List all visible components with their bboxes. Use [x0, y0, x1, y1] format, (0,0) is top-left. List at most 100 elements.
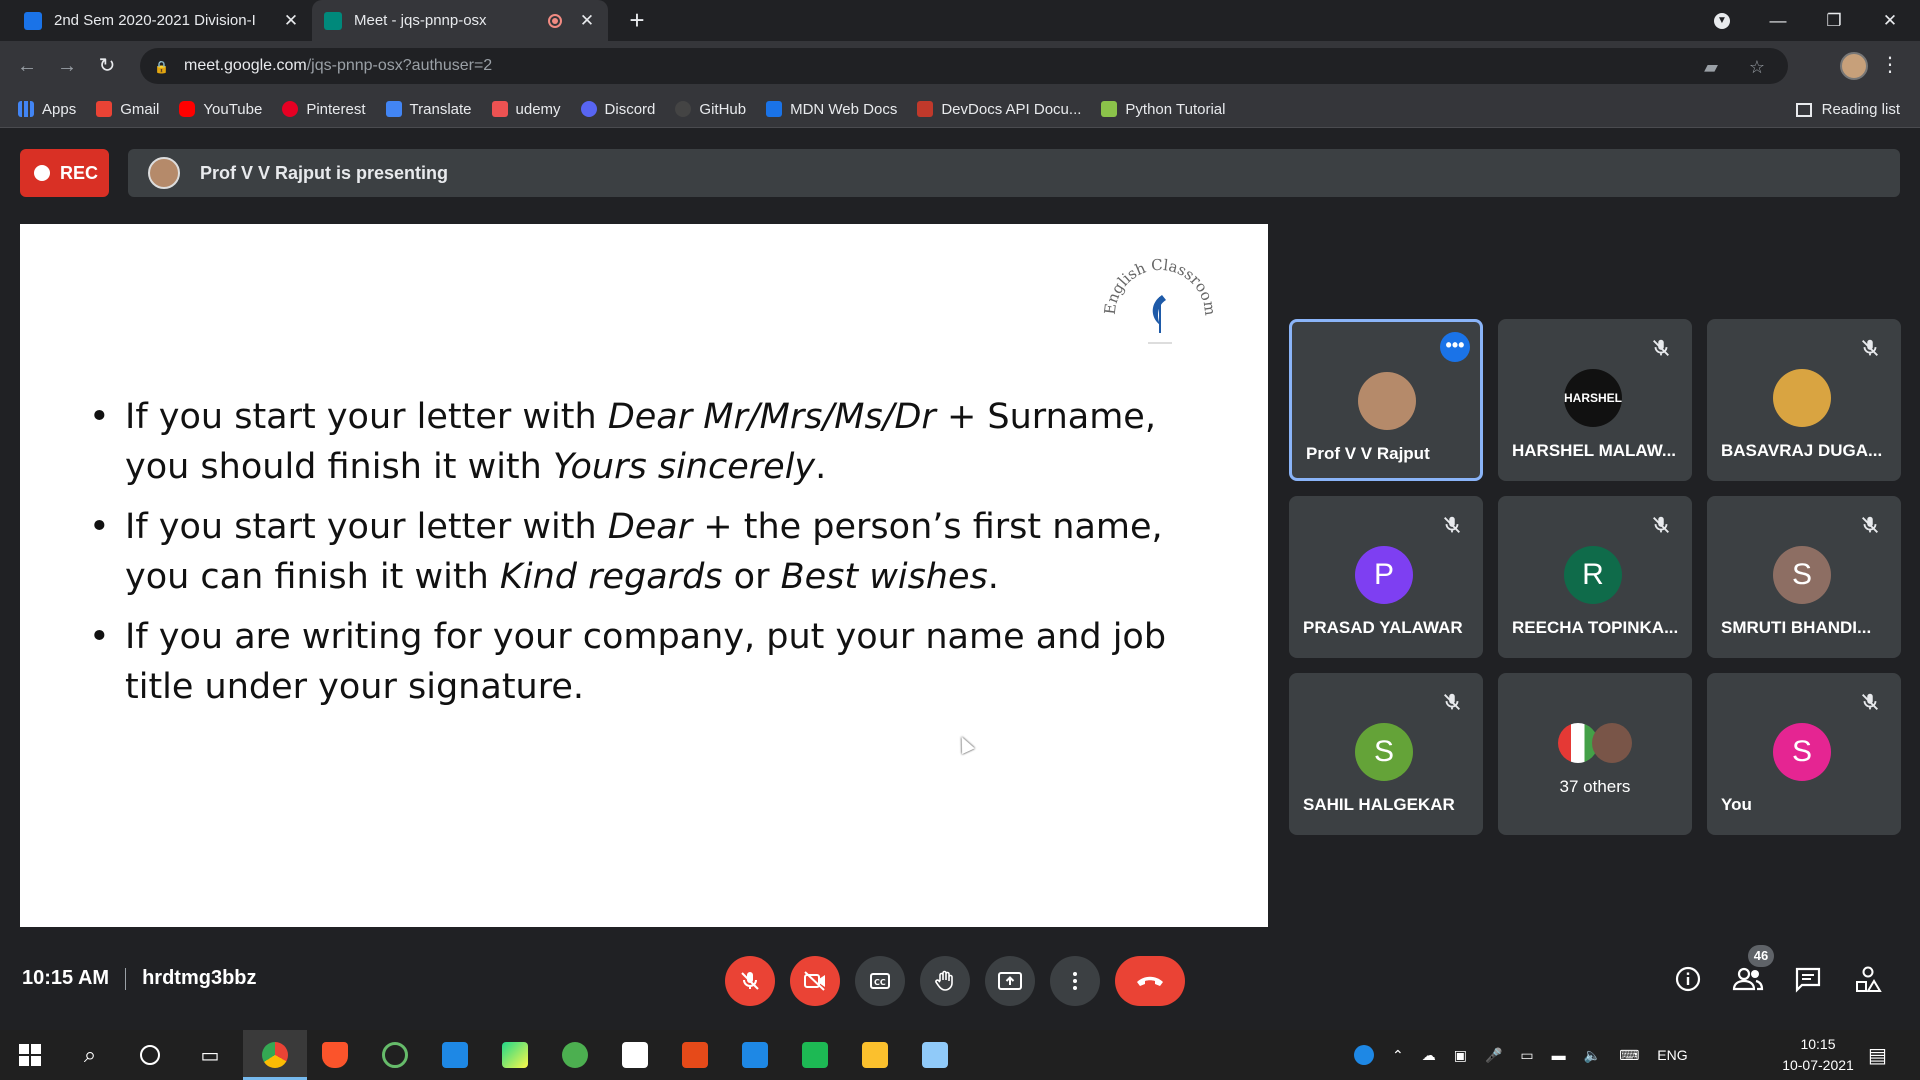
youtube-icon — [179, 101, 196, 117]
leave-call-button[interactable] — [1115, 956, 1185, 1006]
task-view-icon[interactable]: ▭ — [194, 1039, 226, 1071]
show-hidden-icons-icon[interactable]: ⌃ — [1392, 1047, 1404, 1064]
file-explorer-taskbar-icon[interactable] — [859, 1039, 891, 1071]
participant-tile[interactable]: P PRASAD YALAWAR — [1289, 496, 1483, 658]
bookmark-gmail[interactable]: Gmail — [96, 101, 159, 118]
activities-button[interactable] — [1852, 963, 1884, 995]
browser-toolbar: ← → ↻ 🔒 meet.google.com/jqs-pnnp-osx?aut… — [0, 41, 1920, 113]
participant-tile[interactable]: HARSHEL HARSHEL MALAW... — [1498, 319, 1692, 481]
bookmark-devdocs[interactable]: DevDocs API Docu... — [917, 101, 1081, 118]
apps-grid-icon — [18, 101, 34, 117]
discord-icon — [580, 101, 597, 117]
new-tab-button[interactable]: + — [624, 7, 650, 34]
onedrive-icon[interactable]: ☁ — [1422, 1047, 1436, 1064]
browser-tab-bar: 2nd Sem 2020-2021 Division-I ✕ Meet - jq… — [0, 0, 1920, 41]
more-options-icon[interactable]: ••• — [1440, 332, 1470, 362]
notion-taskbar-icon[interactable] — [619, 1039, 651, 1071]
reload-icon[interactable]: ↻ — [92, 51, 122, 81]
captions-button[interactable]: CC — [855, 956, 905, 1006]
python-tutorial-icon — [1101, 101, 1118, 117]
more-options-button[interactable] — [1050, 956, 1100, 1006]
people-button[interactable] — [1732, 963, 1764, 995]
profile-avatar[interactable] — [1840, 52, 1868, 80]
minimize-icon[interactable]: — — [1750, 0, 1806, 41]
participant-tile[interactable]: ••• Prof V V Rajput — [1289, 319, 1483, 481]
recording-badge[interactable]: REC — [20, 149, 109, 197]
vscode-taskbar-icon[interactable] — [439, 1039, 471, 1071]
bookmark-python-tutorial[interactable]: Python Tutorial — [1101, 101, 1225, 118]
notifications-icon[interactable]: ▤ — [1868, 1030, 1887, 1080]
mic-toggle-button[interactable] — [725, 956, 775, 1006]
bookmark-label: MDN Web Docs — [790, 100, 898, 118]
bookmark-star-icon[interactable]: ☆ — [1746, 57, 1768, 79]
participant-avatar: S — [1355, 723, 1413, 781]
bookmark-label: Translate — [409, 100, 472, 118]
close-tab-icon[interactable]: ✕ — [578, 11, 596, 31]
spotify-taskbar-icon[interactable] — [799, 1039, 831, 1071]
taskbar-clock[interactable]: 10:15 10-07-2021 — [1766, 1034, 1870, 1076]
bookmark-apps[interactable]: Apps — [18, 101, 76, 118]
more-vertical-icon — [1073, 972, 1077, 990]
participant-tile[interactable]: S SMRUTI BHANDI... — [1707, 496, 1901, 658]
whatsapp-taskbar-icon[interactable] — [739, 1039, 771, 1071]
participant-name: SMRUTI BHANDI... — [1721, 618, 1872, 637]
others-count-label: 37 others — [1559, 777, 1631, 796]
keyboard-icon[interactable]: ⌨ — [1619, 1047, 1639, 1064]
meeting-info-button[interactable] — [1672, 963, 1704, 995]
bookmark-label: GitHub — [699, 100, 747, 118]
restore-icon[interactable]: ❐ — [1806, 0, 1862, 41]
tab-meet[interactable]: Meet - jqs-pnnp-osx ✕ — [312, 0, 608, 41]
camera-tray-icon[interactable]: ▣ — [1454, 1047, 1467, 1064]
microphone-tray-icon[interactable]: 🎤 — [1485, 1047, 1502, 1064]
app-taskbar-icon[interactable] — [919, 1039, 951, 1071]
address-bar[interactable]: 🔒 meet.google.com/jqs-pnnp-osx?authuser=… — [140, 48, 1788, 84]
bullet-italic: Dear Mr/Mrs/Ms/Dr — [607, 397, 936, 437]
volume-icon[interactable]: 🔈 — [1584, 1047, 1601, 1064]
pycharm-taskbar-icon[interactable] — [499, 1039, 531, 1071]
tab-classroom[interactable]: 2nd Sem 2020-2021 Division-I ✕ — [12, 0, 312, 41]
bullet-text: or — [722, 557, 781, 597]
participant-avatar — [1358, 372, 1416, 430]
bookmark-udemy[interactable]: udemy — [491, 101, 561, 118]
search-icon[interactable]: ⌕ — [74, 1039, 106, 1071]
maps-taskbar-icon[interactable] — [559, 1039, 591, 1071]
reading-list-button[interactable]: Reading list — [1795, 91, 1900, 128]
reading-list-icon — [1795, 102, 1812, 117]
camera-in-use-icon[interactable]: ▰ — [1700, 57, 1722, 79]
back-arrow-icon[interactable]: ← — [12, 51, 42, 81]
bookmark-translate[interactable]: Translate — [385, 100, 472, 118]
others-tile[interactable]: 37 others — [1498, 673, 1692, 835]
bookmark-github[interactable]: GitHub — [675, 101, 746, 118]
bookmark-pinterest[interactable]: Pinterest — [282, 101, 366, 118]
self-tile[interactable]: S You — [1707, 673, 1901, 835]
forward-arrow-icon[interactable]: → — [52, 51, 82, 81]
raise-hand-button[interactable] — [920, 956, 970, 1006]
windows-start-icon[interactable] — [14, 1039, 46, 1071]
battery-icon[interactable]: ▬ — [1552, 1047, 1566, 1063]
bookmark-mdn[interactable]: MDN Web Docs — [766, 101, 897, 118]
bullet-italic: Yours sincerely — [552, 447, 816, 487]
present-screen-icon — [998, 972, 1022, 990]
camera-toggle-button[interactable] — [790, 956, 840, 1006]
participant-tile[interactable]: S SAHIL HALGEKAR — [1289, 673, 1483, 835]
clock-date: 10-07-2021 — [1782, 1057, 1854, 1073]
atom-taskbar-icon[interactable] — [379, 1039, 411, 1071]
window-close-icon[interactable]: ✕ — [1862, 0, 1918, 41]
input-language[interactable]: ENG — [1657, 1047, 1687, 1063]
slide-bullet-list: If you start your letter with Dear Mr/Mr… — [89, 392, 1225, 722]
bookmark-youtube[interactable]: YouTube — [179, 101, 262, 118]
tab-search-icon[interactable]: ▼ — [1694, 0, 1750, 41]
close-tab-icon[interactable]: ✕ — [282, 11, 300, 31]
browser-menu-icon[interactable]: ⋮ — [1880, 52, 1900, 77]
brave-taskbar-icon[interactable] — [319, 1039, 351, 1071]
participant-tile[interactable]: BASAVRAJ DUGA... — [1707, 319, 1901, 481]
help-icon[interactable] — [1354, 1045, 1374, 1065]
bookmark-discord[interactable]: Discord — [580, 101, 655, 118]
cortana-icon[interactable] — [134, 1039, 166, 1071]
network-icon[interactable]: ▭ — [1520, 1047, 1533, 1064]
chrome-taskbar-icon[interactable] — [259, 1039, 291, 1071]
present-now-button[interactable] — [985, 956, 1035, 1006]
office-taskbar-icon[interactable] — [679, 1039, 711, 1071]
participant-tile[interactable]: R REECHA TOPINKA... — [1498, 496, 1692, 658]
chat-button[interactable] — [1792, 963, 1824, 995]
